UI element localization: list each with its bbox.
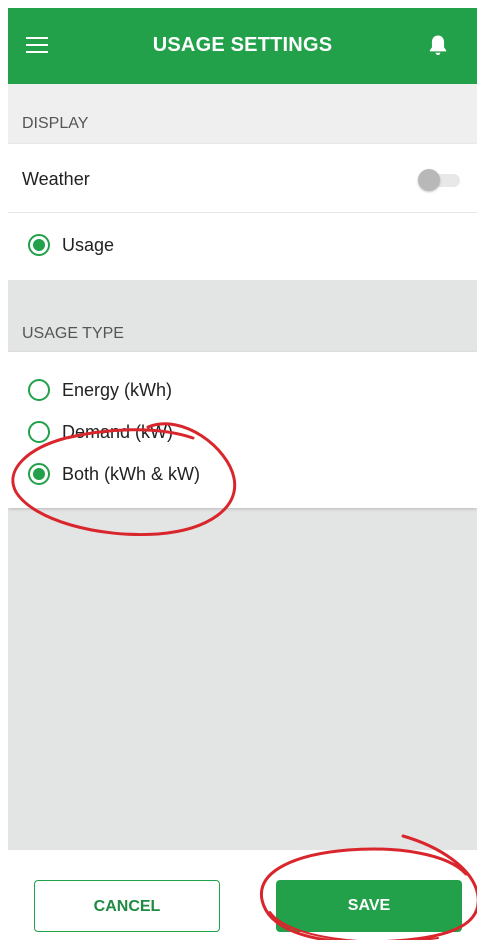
usage-type-section-title: USAGE TYPE	[22, 325, 124, 342]
usage-type-section-header: USAGE TYPE	[8, 280, 477, 352]
weather-row: Weather	[8, 144, 477, 212]
both-option-label: Both (kWh & kW)	[62, 464, 201, 484]
weather-toggle[interactable]	[416, 168, 462, 192]
demand-option-label: Demand (kW)	[62, 422, 174, 442]
settings-content: DISPLAY Weather Usage USAGE TYPE Energy …	[8, 84, 477, 850]
weather-label: Weather	[22, 169, 90, 189]
radio-circle	[28, 379, 50, 401]
usage-label: Usage	[62, 235, 115, 255]
bell-icon[interactable]	[424, 32, 452, 60]
radio-circle	[28, 463, 50, 485]
energy-option-label: Energy (kWh)	[62, 380, 173, 400]
app-bar: USAGE SETTINGS	[8, 8, 477, 84]
radio-circle	[28, 421, 50, 443]
radio-circle	[28, 234, 50, 256]
app-screen: USAGE SETTINGS DISPLAY Weather Usage USA…	[8, 8, 477, 940]
display-section-header: DISPLAY	[8, 84, 477, 144]
usage-type-card: Energy (kWh) Demand (kW) Both (kWh & kW)	[8, 352, 477, 508]
cancel-button[interactable]: CANCEL	[34, 880, 220, 932]
display-section-title: DISPLAY	[22, 115, 89, 132]
page-title: USAGE SETTINGS	[152, 34, 333, 56]
footer-bar: CANCEL SAVE	[8, 850, 477, 940]
display-card: Weather Usage	[8, 144, 477, 280]
toggle-knob	[418, 169, 440, 191]
usage-row: Usage	[8, 212, 477, 280]
save-button[interactable]: SAVE	[276, 880, 462, 932]
